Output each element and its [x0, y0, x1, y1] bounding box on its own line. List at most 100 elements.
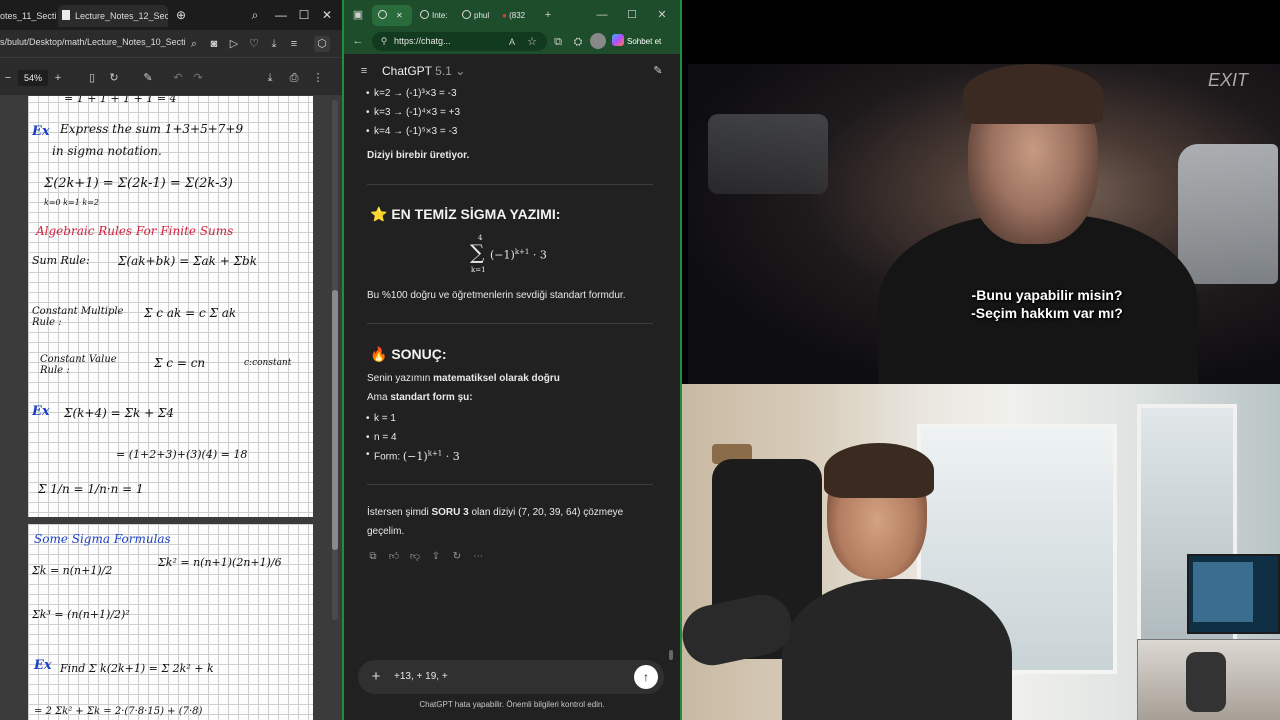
rule-label: Constant Multiple Rule :: [32, 306, 124, 328]
chat-scrollbar[interactable]: [669, 88, 673, 660]
sidebar-toggle-icon[interactable]: ≡: [356, 63, 372, 79]
more-options-icon[interactable]: ⋮: [310, 70, 326, 86]
maximize-icon[interactable]: ☐: [295, 6, 313, 24]
url-field[interactable]: ⚲ https://chatg...: [372, 32, 547, 51]
page-fit-icon[interactable]: ▯: [84, 70, 100, 86]
copy-icon[interactable]: ⧉: [366, 550, 380, 564]
profile-avatar[interactable]: [590, 33, 606, 49]
desktop: otes_11_Section Lecture_Notes_12_Section…: [0, 0, 1280, 720]
send-button[interactable]: ↑: [634, 665, 658, 689]
example-label: Ex: [34, 658, 52, 673]
extension-icon[interactable]: ⬡: [314, 36, 330, 52]
zoom-out-icon[interactable]: −: [0, 70, 16, 86]
draw-icon[interactable]: ✎: [140, 70, 156, 86]
message-text: geçelim.: [367, 526, 405, 537]
new-chat-icon[interactable]: ✎: [650, 63, 666, 79]
text-fragment: Senin yazımın: [367, 373, 434, 384]
pdf-scrollbar[interactable]: [332, 100, 338, 620]
regenerate-icon[interactable]: ↻: [450, 550, 464, 564]
redo-icon[interactable]: ↷: [190, 70, 206, 86]
back-icon[interactable]: ←: [350, 33, 366, 49]
rotate-icon[interactable]: ↻: [106, 70, 122, 86]
chatgpt-icon: [378, 10, 387, 19]
close-icon[interactable]: ✕: [318, 6, 336, 24]
edge-tab-bar: ▣ ✕ Inte: phul ● (832 + — ☐ ✕: [344, 0, 680, 29]
list-item: k=3 → (-1)⁴×3 = +3: [366, 107, 460, 118]
webcam-detail: [1186, 652, 1226, 712]
camera-icon[interactable]: ◙: [206, 36, 222, 52]
youtube-icon: ●: [502, 11, 507, 20]
formula: Σk³ = (n(n+1)/2)²: [32, 608, 130, 621]
save-icon[interactable]: ⤓: [262, 70, 278, 86]
tab-actions-icon[interactable]: ▣: [350, 7, 366, 23]
add-attachment-icon[interactable]: +: [368, 668, 384, 685]
thumbs-up-icon[interactable]: 👍︎: [387, 550, 401, 564]
frame-detail: [1178, 144, 1278, 284]
app-title: ChatGPT: [382, 64, 432, 78]
minimize-icon[interactable]: —: [594, 7, 610, 23]
formula-exponent: k+1: [514, 248, 530, 256]
pdf-tab[interactable]: otes_11_Section: [0, 5, 56, 27]
copilot-button[interactable]: Sohbet et: [612, 32, 676, 51]
webcam-feed: [682, 384, 1280, 720]
prompt-input[interactable]: +13, + 19, +: [394, 671, 448, 682]
favorite-icon[interactable]: ☆: [524, 34, 540, 50]
read-aloud-icon[interactable]: A: [504, 34, 520, 50]
tab-item[interactable]: ● (832: [500, 5, 540, 26]
example-formula: Σ 1/n = 1/n·n = 1: [38, 482, 144, 496]
pdf-viewport[interactable]: = 1 + 1 + 1 + 1 = 4 Ex Express the sum 1…: [0, 96, 342, 720]
print-icon[interactable]: ⎙: [286, 70, 302, 86]
download-icon[interactable]: ⤓: [266, 36, 282, 52]
tab-close-icon[interactable]: ✕: [396, 11, 403, 20]
rule-formula: Σ(ak+bk) = Σak + Σbk: [118, 254, 257, 268]
site-info-icon[interactable]: ⚲: [376, 33, 392, 49]
new-tab-icon[interactable]: ⊕: [172, 6, 190, 24]
text-fragment: İstersen şimdi: [367, 507, 432, 518]
tab-chatgpt[interactable]: ✕: [372, 5, 412, 26]
copilot-icon: [612, 34, 624, 46]
more-icon[interactable]: ⋯: [471, 550, 485, 564]
example-formula: = 2 Σk² + Σk = 2·(7·8·15) + (7·8): [34, 706, 203, 717]
fire-icon: 🔥: [370, 346, 388, 362]
zoom-in-icon[interactable]: +: [50, 70, 66, 86]
pdf-page: Some Sigma Formulas Σk = n(n+1)/2 Σk² = …: [28, 524, 313, 720]
heart-icon[interactable]: ♡: [246, 36, 262, 52]
extensions-icon[interactable]: ⧉: [550, 34, 566, 50]
formula: Σk² = n(n+1)(2n+1)/6: [158, 556, 282, 569]
edge-browser-window: ▣ ✕ Inte: phul ● (832 + — ☐ ✕ ← ⚲ https:…: [342, 0, 682, 720]
play-icon[interactable]: ▷: [226, 36, 242, 52]
zoom-level[interactable]: 54%: [18, 70, 48, 86]
tab-item[interactable]: phul: [458, 5, 498, 26]
section-title: EN TEMİZ SİGMA YAZIMI:: [391, 206, 561, 222]
pdf-tab-label: otes_11_Section: [0, 11, 56, 21]
section-heading: ⭐ EN TEMİZ SİGMA YAZIMI:: [370, 206, 560, 223]
chevron-down-icon: ⌄: [455, 64, 466, 78]
pdf-tab-active[interactable]: Lecture_Notes_12_Section: [58, 5, 168, 27]
sigma-body: (−1)k+1 · 3: [490, 248, 547, 262]
chat-messages[interactable]: k=2 → (-1)³×3 = -3 k=3 → (-1)⁴×3 = +3 k=…: [344, 88, 680, 658]
close-icon[interactable]: ✕: [654, 7, 670, 23]
menu-icon[interactable]: ≡: [286, 36, 302, 52]
pdf-viewer-window: otes_11_Section Lecture_Notes_12_Section…: [0, 0, 342, 720]
chat-scroll-thumb[interactable]: [669, 650, 673, 660]
model-selector[interactable]: ChatGPT 5.1 ⌄: [382, 64, 465, 78]
text-fragment: olan diziyi (7, 20, 39, 64) çözmeye: [468, 507, 624, 518]
message-composer: + +13, + 19, + ↑: [358, 660, 664, 694]
message-text: İstersen şimdi SORU 3 olan diziyi (7, 20…: [367, 507, 623, 518]
share-icon[interactable]: ⇪: [429, 550, 443, 564]
find-icon[interactable]: ⌕: [186, 36, 202, 52]
tab-item[interactable]: Inte:: [416, 5, 456, 26]
thumbs-down-icon[interactable]: 👎︎: [408, 550, 422, 564]
undo-icon[interactable]: ↶: [170, 70, 186, 86]
maximize-icon[interactable]: ☐: [624, 7, 640, 23]
new-tab-icon[interactable]: +: [540, 7, 556, 23]
divider: [367, 484, 653, 485]
search-icon[interactable]: ⌕: [246, 6, 264, 24]
file-path[interactable]: s/bulut/Desktop/math/Lecture_Notes_10_Se…: [0, 37, 186, 47]
collections-icon[interactable]: ⛭: [570, 34, 586, 50]
video-player[interactable]: EXIT -Bunu yapabilir misin? -Seçim hakkı…: [682, 0, 1280, 384]
pdf-scroll-thumb[interactable]: [332, 290, 338, 550]
formula-tail: · 3: [442, 449, 460, 463]
minimize-icon[interactable]: —: [272, 6, 290, 24]
subtitle-line: -Bunu yapabilir misin?: [971, 287, 1123, 303]
